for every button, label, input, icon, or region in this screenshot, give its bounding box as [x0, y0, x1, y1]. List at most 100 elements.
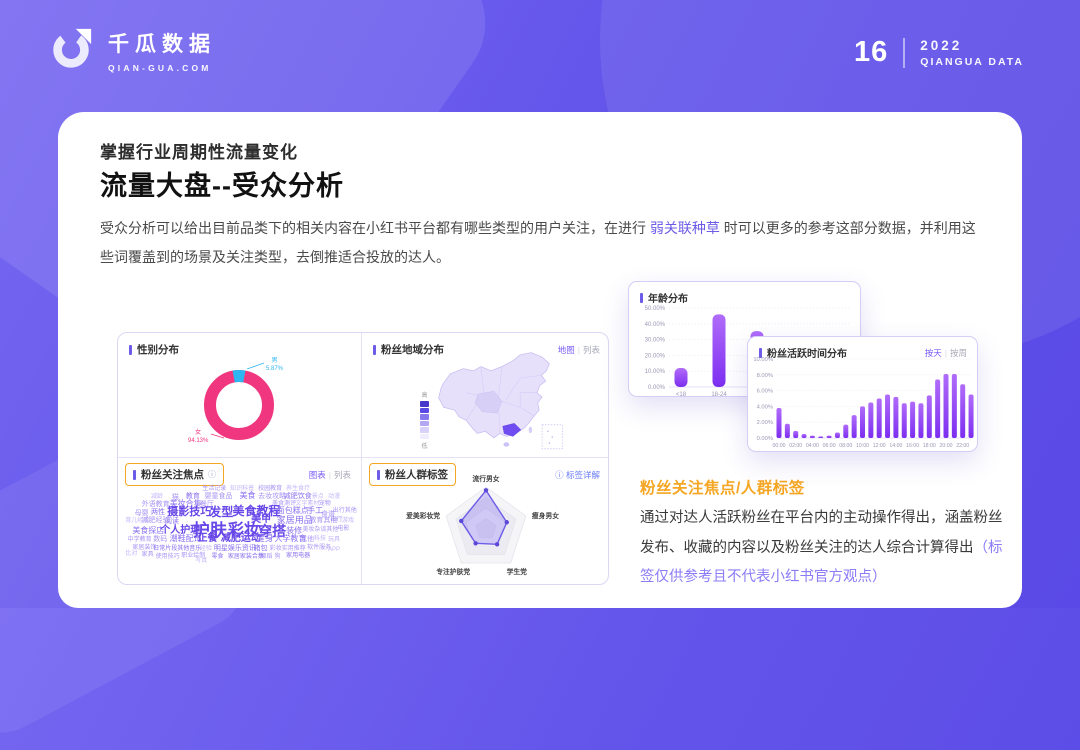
bar-06:00 [827, 436, 832, 438]
wordcloud-word: 景点 [312, 494, 324, 500]
bar-16:00 [910, 402, 915, 438]
info-icon[interactable]: ⓘ [208, 469, 216, 480]
wordcloud-word: 家用电器 [286, 553, 310, 559]
wordcloud-word: 校园教育 [258, 486, 282, 492]
bar-09:00 [852, 415, 857, 438]
wordcloud-word: 科技 [314, 536, 326, 542]
bar-01:00 [785, 424, 790, 438]
bar-13:00 [885, 395, 890, 438]
bar-02:00 [793, 431, 798, 438]
female-label: 女 [188, 430, 208, 438]
toggle-separator: | [578, 345, 580, 355]
wordcloud-word: 去妆攻略 [258, 493, 286, 500]
bar-17:00 [918, 403, 923, 438]
intro-keyword-link[interactable]: 弱关联种草 [650, 220, 720, 236]
fan-focus-panel: 粉丝关注焦点 ⓘ 图表|列表 生活记录知识科普校园教育养生食疗减龄猫教育婴童食品… [118, 458, 361, 586]
active_time-bars-svg: 0.00%2.00%4.00%6.00%8.00%10.00%00:0002:0… [748, 337, 977, 451]
intro-text-1: 受众分析可以给出目前品类下的相关内容在小红书平台都有哪些类型的用户关注，在进行 [100, 220, 650, 236]
wordcloud-word: 出行其他 [333, 508, 357, 514]
toggle-list[interactable]: 列表 [334, 470, 351, 480]
bar-18:00 [927, 395, 932, 438]
bar-07:00 [835, 432, 840, 438]
wordcloud-word: 正餐 [198, 534, 218, 544]
svg-text:8.00%: 8.00% [757, 373, 773, 379]
svg-text:04:00: 04:00 [806, 443, 819, 449]
radar-axis-label: 爱美彩妆党 [406, 511, 440, 520]
title-marker [133, 470, 136, 480]
wordcloud-word: 狗 [274, 554, 280, 560]
wordcloud-word: 游戏 [342, 518, 354, 524]
keyword-wordcloud: 生活记录知识科普校园教育养生食疗减龄猫教育婴童食品美食去妆攻略减肥饮食景点动漫外… [123, 484, 356, 584]
radar-axis-label: 流行男女 [472, 474, 499, 483]
dashboard-panel: 性别分布 男 5.87% 女 94.13% 粉丝地域分布 地图| [117, 332, 609, 585]
wordcloud-word: 外语教育 [142, 501, 170, 508]
wordcloud-word: 减龄 [151, 494, 163, 500]
wordcloud-word: 零食 [212, 554, 224, 560]
svg-text:22:00: 22:00 [956, 443, 969, 449]
bar-18-24 [713, 314, 726, 387]
bar-12:00 [877, 399, 882, 439]
wordcloud-word: 彩妆实用推荐 [270, 546, 306, 552]
slide-subtitle: 掌握行业周期性流量变化 [100, 138, 298, 163]
svg-text:4.00%: 4.00% [757, 404, 773, 410]
wordcloud-word: 家居家装合集 [228, 554, 264, 560]
toggle-chart[interactable]: 图表 [309, 470, 326, 480]
wordcloud-word: 出行 [330, 517, 342, 523]
title-marker [373, 345, 376, 355]
donut-leader-lines [118, 333, 361, 457]
wordcloud-word: 美食 [240, 492, 256, 500]
header-year: 2022 [920, 38, 1024, 53]
header-brand-block: 2022 QIANGUA DATA [920, 38, 1024, 68]
svg-text:20.00%: 20.00% [645, 353, 666, 359]
wordcloud-word: 面包糕点 [277, 507, 309, 515]
wordcloud-word: 舞蹈 [260, 554, 272, 560]
radar-svg: 流行男女瘦身男女学生党专注护肤党爱美彩妆党 [386, 468, 586, 586]
wordcloud-word: 阅读 [165, 518, 179, 525]
wordcloud-word: 箱包 [253, 545, 267, 552]
wordcloud-word: APP [328, 547, 340, 553]
bar-23:00 [969, 395, 974, 438]
bar-08:00 [843, 425, 848, 438]
bar-22:00 [960, 384, 965, 438]
svg-text:02:00: 02:00 [789, 443, 802, 449]
active-time-card: 粉丝活跃时间分布 按天|按周 0.00%2.00%4.00%6.00%8.00%… [747, 336, 978, 452]
bar-03:00 [802, 434, 807, 438]
audience-radar-chart: 流行男女瘦身男女学生党专注护肤党爱美彩妆党 [386, 468, 586, 586]
svg-text:14:00: 14:00 [889, 443, 902, 449]
svg-text:2.00%: 2.00% [757, 420, 773, 426]
bar-14:00 [893, 397, 898, 438]
wordcloud-word: 电影 [337, 526, 349, 532]
note-body-text: 通过对达人活跃粉丝在平台内的主动操作得出，涵盖粉丝发布、收藏的内容以及粉丝关注的… [640, 510, 1003, 556]
svg-text:00:00: 00:00 [773, 443, 786, 449]
page-title: 流量大盘--受众分析 [100, 164, 344, 203]
toggle-list[interactable]: 列表 [583, 345, 600, 355]
wordcloud-word: 生活记录 [202, 486, 226, 492]
svg-text:50.00%: 50.00% [645, 306, 666, 312]
wordcloud-word: 经验 [200, 546, 212, 552]
female-value: 94.13% [188, 438, 208, 446]
wordcloud-word: 写真 [195, 558, 207, 564]
wordcloud-word: 数码 [153, 536, 167, 543]
wordcloud-word: 母婴 [135, 510, 149, 517]
radar-axis-label: 瘦身男女 [532, 511, 559, 520]
title-marker [377, 470, 380, 480]
wordcloud-word: 动漫 [328, 494, 340, 500]
fan-focus-title-text: 粉丝关注焦点 [141, 467, 204, 482]
south-china-sea-inset [542, 425, 562, 449]
bar-10:00 [860, 406, 865, 438]
svg-text:18-24: 18-24 [711, 392, 727, 396]
svg-text:16:00: 16:00 [906, 443, 919, 449]
bar-21:00 [952, 374, 957, 438]
bar-15:00 [902, 403, 907, 438]
bar-11:00 [868, 402, 873, 438]
brand-logo: 千瓜数据 QIAN-GUA.COM [48, 25, 216, 76]
focus-view-toggle[interactable]: 图表|列表 [309, 469, 351, 481]
svg-text:10.00%: 10.00% [645, 369, 666, 375]
svg-text:30.00%: 30.00% [645, 338, 666, 344]
china-map [426, 349, 578, 451]
wordcloud-word: 摄影技巧 [167, 507, 211, 518]
wordcloud-word: 中学教育 [128, 537, 152, 543]
wordcloud-word: 其他 [300, 536, 314, 543]
svg-text:18:00: 18:00 [923, 443, 936, 449]
radar-axis-label: 学生党 [507, 567, 528, 576]
